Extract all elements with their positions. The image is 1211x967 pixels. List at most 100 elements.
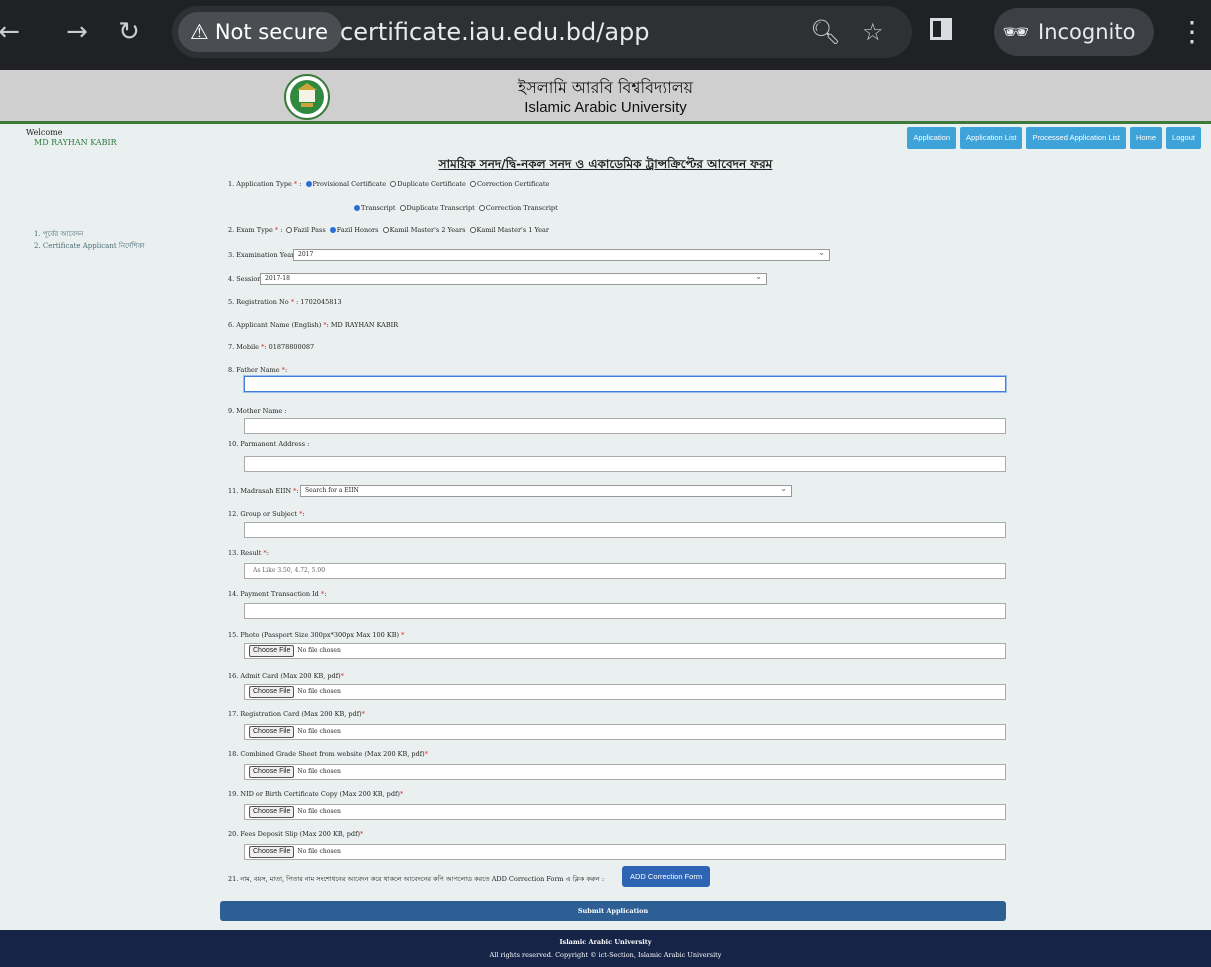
warning-icon: ⚠ (190, 20, 209, 44)
radio-label: Provisional Certificate (312, 180, 387, 188)
welcome-label: Welcome (26, 128, 63, 137)
bookmark-star-icon[interactable]: ☆ (862, 12, 884, 52)
forward-icon[interactable]: → (62, 12, 92, 52)
radio-label: Correction Transcript (485, 204, 558, 212)
registration-card-text: 17. Registration Card (Max 200 KB, pdf) (228, 710, 362, 718)
radio-label: Kamil Master's 2 Years (389, 226, 466, 234)
choose-file-button[interactable]: Choose File (249, 806, 295, 818)
zoom-icon[interactable]: 🔍︎ (810, 12, 840, 52)
grade-sheet-text: 18. Combined Grade Sheet from website (M… (228, 750, 425, 758)
examination-year-text: 3. Examination Year (228, 251, 295, 259)
fees-slip-file-input[interactable]: Choose File No file chosen (244, 844, 1006, 860)
father-name-label: 8. Father Name *: (228, 366, 288, 374)
reload-icon[interactable]: ↻ (114, 12, 144, 52)
provisional-certificate-radio[interactable] (305, 181, 312, 187)
transcript-radio[interactable] (354, 205, 360, 211)
grade-sheet-file-input[interactable]: Choose File No file chosen (244, 764, 1006, 780)
nid-file-input[interactable]: Choose File No file chosen (244, 804, 1006, 820)
security-chip[interactable]: ⚠ Not secure (178, 12, 343, 52)
sidebar-item-previous-application[interactable]: 1. পূর্বের আবেদন (34, 228, 145, 240)
session-select[interactable]: 2017-18 (260, 272, 767, 285)
kamil-1-year-radio[interactable] (469, 227, 476, 233)
radio-label: Duplicate Certificate (397, 180, 466, 188)
side-panel-icon[interactable] (930, 18, 952, 40)
nav-home-button[interactable]: Home (1130, 127, 1163, 149)
registration-no-value: 1702045813 (300, 298, 342, 306)
fees-slip-label: 20. Fees Deposit Slip (Max 200 KB, pdf)* (228, 830, 364, 838)
radio-label: Fazil Pass (293, 226, 326, 234)
choose-file-button[interactable]: Choose File (249, 846, 295, 858)
choose-file-button[interactable]: Choose File (249, 686, 295, 698)
nav-application-button[interactable]: Application (907, 127, 957, 149)
session-text: 4. Session (228, 275, 262, 283)
examination-year-label: 3. Examination Year*: (228, 251, 300, 259)
choose-file-button[interactable]: Choose File (249, 726, 295, 738)
father-name-input[interactable] (244, 376, 1006, 392)
no-file-text: No file chosen (297, 728, 341, 735)
transcript-type-row: Transcript Duplicate Transcript Correcti… (352, 204, 558, 212)
no-file-text: No file chosen (297, 808, 341, 815)
mother-name-input[interactable] (244, 418, 1006, 434)
kebab-menu-icon[interactable]: ⋮ (1178, 12, 1206, 52)
application-type-label: 1. Application Type (228, 180, 292, 188)
registration-card-file-input[interactable]: Choose File No file chosen (244, 724, 1006, 740)
photo-label: 15. Photo (Passport Size 300px*300px Max… (228, 631, 405, 639)
submit-application-button[interactable]: Submit Application (220, 901, 1006, 921)
radio-label: Transcript (361, 204, 396, 212)
url-text[interactable]: certificate.iau.edu.bd/app (340, 12, 650, 52)
madrasah-eiin-select[interactable]: Search for a EIIN (300, 484, 792, 497)
nav-logout-button[interactable]: Logout (1166, 127, 1201, 149)
madrasah-eiin-text: 11. Madrasah EIIN (228, 487, 292, 495)
transaction-id-label: 14. Payment Transaction Id *: (228, 590, 327, 598)
incognito-icon: 🕶︎ (1002, 20, 1030, 44)
footer-title: Islamic Arabic University (559, 938, 652, 946)
admit-card-file-input[interactable]: Choose File No file chosen (244, 684, 1006, 700)
fazil-honors-radio[interactable] (329, 227, 336, 233)
photo-file-input[interactable]: Choose File No file chosen (244, 643, 1006, 659)
correction-transcript-radio[interactable] (478, 205, 485, 211)
duplicate-transcript-radio[interactable] (399, 205, 406, 211)
no-file-text: No file chosen (297, 647, 341, 654)
application-page: Welcome MD RAYHAN KABIR Application Appl… (0, 124, 1211, 930)
top-nav: Application Application List Processed A… (907, 127, 1201, 149)
choose-file-button[interactable]: Choose File (249, 645, 295, 657)
fazil-pass-radio[interactable] (286, 227, 293, 233)
sidebar-item-applicant-guide[interactable]: 2. Certificate Applicant নির্দেশিকা (34, 240, 145, 252)
choose-file-button[interactable]: Choose File (249, 766, 295, 778)
university-name-bn: ইসলামি আরবি বিশ্ববিদ্যালয় (517, 78, 694, 97)
incognito-indicator[interactable]: 🕶︎ Incognito (994, 8, 1154, 56)
fees-slip-text: 20. Fees Deposit Slip (Max 200 KB, pdf) (228, 830, 361, 838)
exam-type-label: 2. Exam Type (228, 226, 273, 234)
result-input[interactable]: As Like 3.50, 4.72, 5.00 (244, 563, 1006, 579)
form-title: সাময়িক সনদ/দ্বি-নকল সনদ ও একাডেমিক ট্রা… (438, 157, 773, 171)
examination-year-select[interactable]: 2017 (293, 248, 830, 261)
application-type-row: 1. Application Type * : Provisional Cert… (228, 180, 550, 188)
site-header: ইসলামি আরবি বিশ্ববিদ্যালয় Islamic Arabi… (0, 70, 1211, 124)
applicant-name-row: 6. Applicant Name (English) *: MD RAYHAN… (228, 321, 399, 329)
group-subject-input[interactable] (244, 522, 1006, 538)
browser-toolbar: ← → ↻ ⚠ Not secure certificate.iau.edu.bd… (0, 0, 1211, 70)
nav-processed-list-button[interactable]: Processed Application List (1026, 127, 1127, 149)
mobile-label: 7. Mobile (228, 343, 260, 351)
kamil-2-years-radio[interactable] (382, 227, 389, 233)
address-bar[interactable]: ⚠ Not secure certificate.iau.edu.bd/app 🔍… (172, 6, 912, 58)
transaction-id-text: 14. Payment Transaction Id (228, 590, 319, 598)
duplicate-certificate-radio[interactable] (390, 181, 397, 187)
mobile-row: 7. Mobile *: 01878800087 (228, 343, 315, 351)
group-subject-label: 12. Group or Subject *: (228, 510, 305, 518)
add-correction-form-button[interactable]: ADD Correction Form (622, 866, 711, 887)
back-icon[interactable]: ← (0, 12, 24, 52)
footer-copyright: All rights reserved. Copyright © ict-Sec… (489, 951, 722, 959)
group-subject-text: 12. Group or Subject (228, 510, 298, 518)
permanent-address-label: 10. Parmanent Address : (228, 440, 310, 448)
security-label: Not secure (214, 20, 329, 44)
incognito-label: Incognito (1038, 20, 1136, 44)
nav-application-list-button[interactable]: Application List (960, 127, 1023, 149)
user-name: MD RAYHAN KABIR (34, 138, 117, 147)
radio-label: Fazil Honors (336, 226, 379, 234)
sidebar: 1. পূর্বের আবেদন 2. Certificate Applican… (34, 228, 145, 252)
transaction-id-input[interactable] (244, 603, 1006, 619)
permanent-address-input[interactable] (244, 456, 1006, 472)
correction-certificate-radio[interactable] (469, 181, 476, 187)
exam-type-row: 2. Exam Type * : Fazil Pass Fazil Honors… (228, 226, 549, 234)
